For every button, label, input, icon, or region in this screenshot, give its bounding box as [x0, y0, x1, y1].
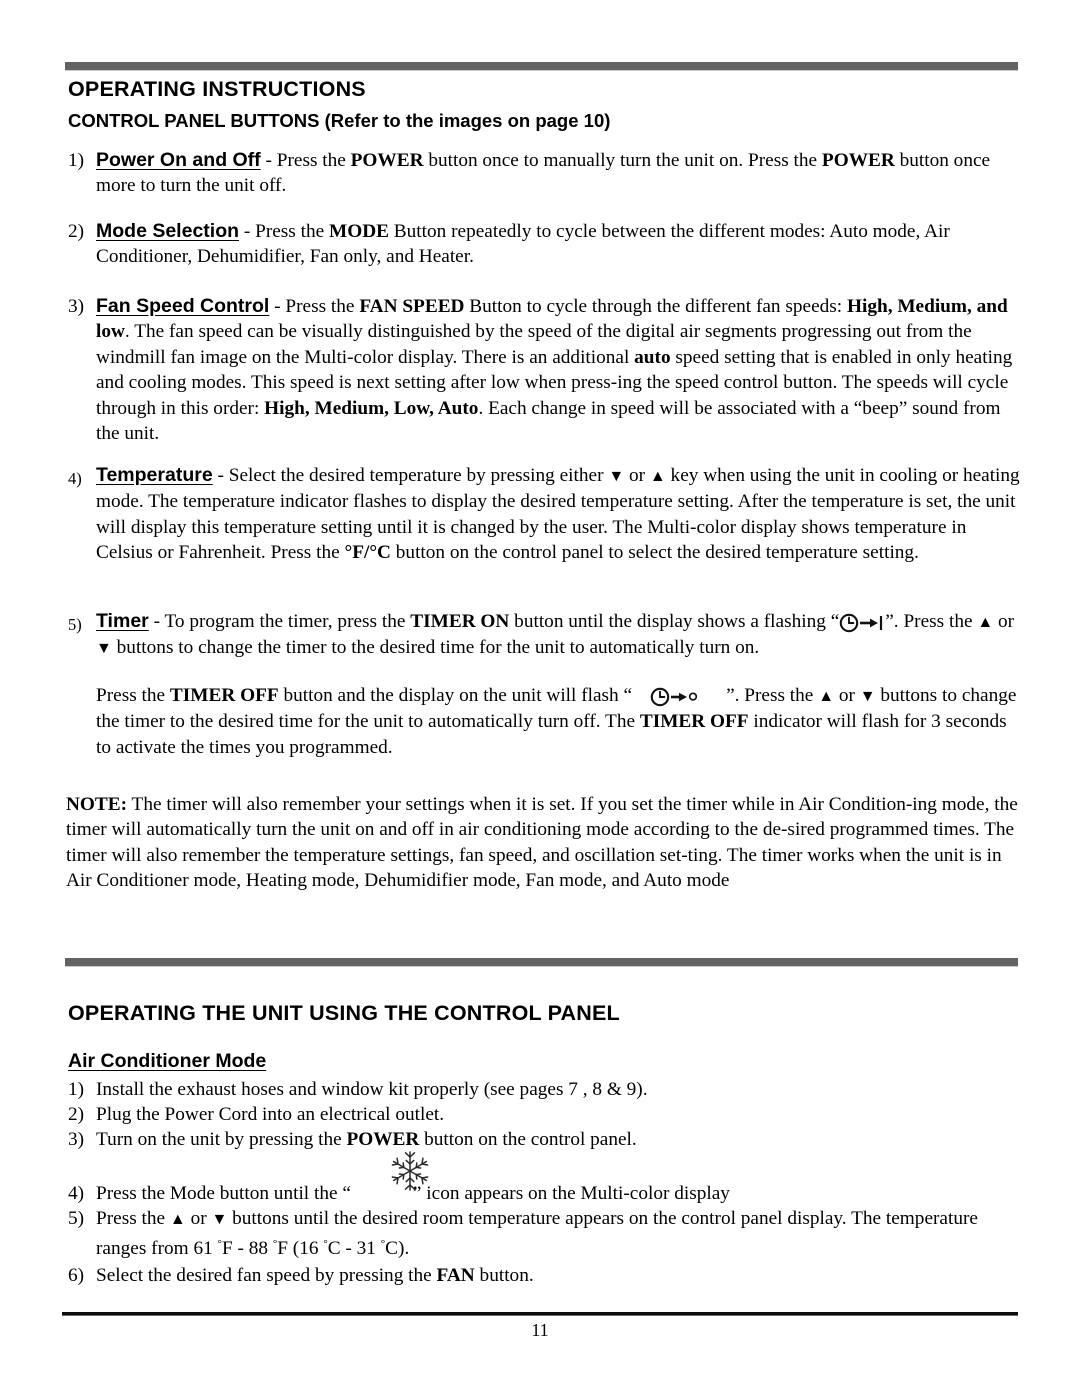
item-label-mode-selection: Mode Selection — [96, 220, 240, 242]
section-divider-middle — [65, 958, 1018, 967]
item-text: - Select the desired temperature by pres… — [212, 465, 609, 486]
arrow-down-icon: ▼ — [608, 468, 625, 485]
item-text: ”. Press the — [726, 685, 819, 706]
emphasis-auto: auto — [634, 346, 671, 368]
item-text: ”. Press the — [885, 611, 978, 632]
item-text: C). — [385, 1238, 410, 1260]
arrow-up-icon: ▲ — [649, 468, 666, 485]
item-text: C - 31 — [327, 1238, 381, 1260]
subheading-air-conditioner-mode: Air Conditioner Mode — [68, 1050, 267, 1072]
item-text: ” icon appears on the Multi-color displa… — [412, 1183, 730, 1204]
list-number-5: 5) — [68, 1208, 85, 1229]
arrow-up-icon: ▲ — [169, 1211, 186, 1228]
emphasis-timer-on: TIMER ON — [410, 611, 510, 632]
list-item-temperature: Temperature - Select the desired tempera… — [96, 463, 1020, 566]
arrow-down-icon: ▼ — [211, 1211, 228, 1228]
item-label-timer: Timer — [96, 610, 149, 632]
item-label-fan-speed-control: Fan Speed Control — [96, 295, 270, 317]
emphasis-mode: MODE — [329, 221, 389, 242]
emphasis-fan-speed: FAN SPEED — [359, 296, 465, 317]
page-number: 11 — [531, 1320, 549, 1340]
item-text: F (16 — [277, 1238, 324, 1260]
arrow-up-icon: ▲ — [818, 688, 835, 705]
item-text: - Press the — [269, 296, 360, 317]
item-text: button once to manually turn the unit on… — [423, 150, 822, 171]
list-item-set-temperature: Press the ▲ or ▼ buttons until the desir… — [96, 1206, 1020, 1262]
item-text: buttons to change the timer to the desir… — [111, 637, 760, 659]
note-label: NOTE: — [66, 794, 128, 815]
list-number-6: 6) — [68, 1265, 85, 1286]
timer-off-icon — [650, 687, 698, 707]
list-item-select-fan-speed: Select the desired fan speed by pressing… — [96, 1263, 1020, 1288]
item-text: button on the control panel. — [419, 1129, 637, 1150]
item-text: - Press the — [239, 221, 329, 242]
item-text: button and the display on the unit will … — [278, 685, 633, 706]
emphasis-power: POWER — [346, 1129, 420, 1150]
item-text: Install the exhaust hoses and window kit… — [96, 1079, 648, 1100]
timer-on-icon — [839, 613, 885, 633]
item-text: Button to cycle through the different fa… — [464, 296, 847, 317]
list-number-5: 5) — [68, 615, 82, 634]
note-text: The timer will also remember your settin… — [66, 794, 1018, 892]
arrow-down-icon: ▼ — [859, 688, 876, 705]
list-number-2: 2) — [68, 221, 85, 242]
arrow-up-icon: ▲ — [977, 614, 994, 631]
page-title-operating-instructions: OPERATING INSTRUCTIONS — [68, 77, 366, 101]
item-text: Press the — [96, 1208, 170, 1229]
emphasis-timer-off: TIMER OFF — [169, 685, 279, 706]
list-item-fan-speed-control: Fan Speed Control - Press the FAN SPEED … — [96, 294, 1020, 446]
timer-off-paragraph: Press the TIMER OFF button and the displ… — [96, 683, 1020, 760]
list-number-2: 2) — [68, 1104, 85, 1125]
footer-divider — [62, 1312, 1018, 1316]
item-text: button. — [474, 1265, 534, 1286]
item-text: Select the desired fan speed by pressing… — [96, 1265, 437, 1286]
arrow-down-icon: ▼ — [96, 640, 112, 658]
item-text: - Press the — [260, 150, 351, 171]
list-item-plug-power-cord: Plug the Power Cord into an electrical o… — [96, 1102, 1020, 1127]
list-number-1: 1) — [68, 150, 85, 171]
emphasis-timer-off: TIMER OFF — [639, 711, 749, 733]
list-number-3: 3) — [68, 1129, 85, 1150]
emphasis-power: POWER — [350, 150, 424, 171]
item-text: - To program the timer, press the — [148, 611, 411, 632]
item-text: or — [185, 1208, 212, 1229]
list-item-mode-selection: Mode Selection - Press the MODE Button r… — [96, 219, 1020, 270]
document-page: OPERATING INSTRUCTIONS CONTROL PANEL BUT… — [0, 0, 1080, 1397]
note-paragraph: NOTE: The timer will also remember your … — [66, 792, 1022, 894]
list-number-1: 1) — [68, 1079, 85, 1100]
list-item-install-hoses: Install the exhaust hoses and window kit… — [96, 1077, 1020, 1102]
list-item-power-on-off: Power On and Off - Press the POWER butto… — [96, 148, 1020, 199]
page-title-operating-control-panel: OPERATING THE UNIT USING THE CONTROL PAN… — [68, 1001, 620, 1025]
emphasis-speed-order: High, Medium, Low, Auto — [264, 397, 479, 419]
item-text: Press the — [96, 685, 170, 706]
list-item-turn-on-unit: Turn on the unit by pressing the POWER b… — [96, 1127, 1020, 1152]
item-text: F - 88 — [221, 1238, 273, 1260]
subheading-control-panel-buttons: CONTROL PANEL BUTTONS (Refer to the imag… — [68, 110, 611, 131]
emphasis-f-c-button: °F/°C — [344, 542, 391, 564]
item-text: button until the display shows a flashin… — [509, 611, 840, 632]
emphasis-fan: FAN — [436, 1265, 475, 1286]
item-text: Turn on the unit by pressing the — [96, 1129, 347, 1150]
section-divider-top — [65, 62, 1018, 71]
item-text: Press the Mode button until the “ — [96, 1183, 351, 1204]
list-item-press-mode-button: Press the Mode button until the “ ” icon … — [96, 1181, 1020, 1206]
list-number-4: 4) — [68, 1183, 85, 1204]
item-label-power-on-off: Power On and Off — [96, 149, 261, 171]
list-number-3: 3) — [68, 296, 85, 317]
emphasis-power: POWER — [821, 150, 895, 171]
item-text: button on the control panel to select th… — [390, 542, 919, 564]
item-text: Plug the Power Cord into an electrical o… — [96, 1104, 445, 1125]
item-text: or — [834, 685, 860, 706]
list-item-timer: Timer - To program the timer, press the … — [96, 609, 1020, 662]
item-label-temperature: Temperature — [96, 464, 213, 486]
list-number-4: 4) — [68, 469, 82, 488]
item-text: or — [624, 465, 650, 486]
item-text: or — [993, 611, 1015, 632]
